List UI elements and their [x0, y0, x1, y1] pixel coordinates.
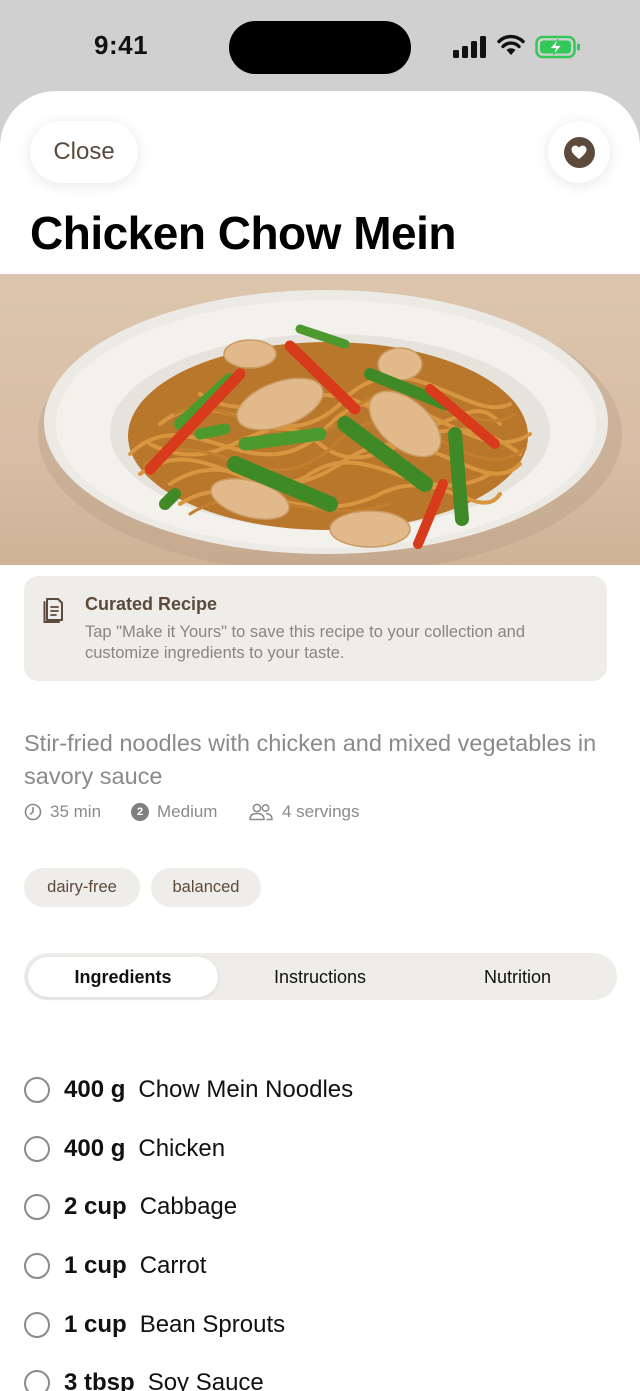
- status-bar: 9:41: [0, 0, 640, 92]
- ingredient-quantity: 1 cup: [64, 1311, 127, 1338]
- heart-icon: [571, 145, 587, 159]
- battery-charging-icon: [535, 35, 580, 59]
- ingredient-row[interactable]: 400 g Chicken: [24, 1129, 225, 1169]
- clock-icon: [24, 803, 42, 821]
- tag-balanced[interactable]: balanced: [151, 868, 261, 907]
- ingredient-name: Cabbage: [139, 1193, 238, 1220]
- dish-illustration: [38, 290, 622, 565]
- curated-description: Tap "Make it Yours" to save this recipe …: [85, 623, 526, 662]
- difficulty-level-badge: 2: [131, 803, 149, 821]
- tab-ingredients[interactable]: Ingredients: [28, 957, 218, 997]
- tag-dairy-free[interactable]: dairy-free: [24, 868, 140, 907]
- cellular-signal-icon: [453, 36, 486, 58]
- ingredient-checkbox[interactable]: [24, 1194, 50, 1220]
- ingredient-quantity: 1 cup: [64, 1252, 127, 1279]
- recipe-tabs: Ingredients Instructions Nutrition: [24, 953, 617, 1000]
- people-icon: [249, 803, 273, 821]
- ingredient-checkbox[interactable]: [24, 1136, 50, 1162]
- recipe-hero-image: [0, 274, 640, 565]
- ingredient-row[interactable]: 2 cup Cabbage: [24, 1187, 237, 1227]
- difficulty-label: Medium: [157, 802, 218, 821]
- ingredient-checkbox[interactable]: [24, 1312, 50, 1338]
- ingredient-name: Chicken: [138, 1135, 226, 1162]
- cook-time: 35 min: [24, 802, 101, 822]
- ingredient-row[interactable]: 400 g Chow Mein Noodles: [24, 1070, 353, 1110]
- wifi-icon: [497, 34, 525, 55]
- ingredient-name: Chow Mein Noodles: [138, 1076, 354, 1103]
- servings-label: 4 servings: [282, 802, 360, 821]
- ingredient-checkbox[interactable]: [24, 1077, 50, 1103]
- favorite-button[interactable]: [548, 121, 610, 183]
- document-icon: [43, 598, 63, 623]
- ingredient-quantity: 400 g: [64, 1135, 126, 1162]
- tab-instructions[interactable]: Instructions: [224, 957, 416, 997]
- curated-title: Curated Recipe: [85, 594, 218, 614]
- favorite-circle: [563, 136, 595, 168]
- tab-nutrition[interactable]: Nutrition: [422, 957, 613, 997]
- ingredient-quantity: 400 g: [64, 1076, 126, 1103]
- recipe-detail-screen: 9:41 Close Chicken Chow Mein Curated Rec…: [0, 0, 640, 1391]
- ingredient-row[interactable]: 1 cup Bean Sprouts: [24, 1305, 285, 1345]
- dynamic-island: [229, 21, 411, 74]
- ingredient-name: Soy Sauce: [147, 1369, 264, 1391]
- recipe-description: Stir-fried noodles with chicken and mixe…: [24, 730, 597, 789]
- ingredient-checkbox[interactable]: [24, 1253, 50, 1279]
- ingredient-quantity: 3 tbsp: [64, 1369, 135, 1391]
- ingredient-name: Bean Sprouts: [139, 1311, 286, 1338]
- close-button[interactable]: Close: [30, 121, 138, 183]
- ingredient-row[interactable]: 3 tbsp Soy Sauce: [24, 1363, 264, 1391]
- curated-recipe-card: Curated Recipe Tap "Make it Yours" to sa…: [24, 576, 607, 681]
- difficulty: 2 Medium: [131, 802, 217, 822]
- servings: 4 servings: [248, 802, 359, 822]
- ingredient-checkbox[interactable]: [24, 1370, 50, 1391]
- ingredient-name: Carrot: [139, 1252, 207, 1279]
- recipe-sheet: Close Chicken Chow Mein Curated Recipe T…: [0, 91, 640, 1391]
- cook-time-label: 35 min: [50, 802, 102, 821]
- ingredient-row[interactable]: 1 cup Carrot: [24, 1246, 206, 1286]
- recipe-title: Chicken Chow Mein: [30, 207, 456, 259]
- status-time: 9:41: [94, 30, 149, 60]
- ingredient-quantity: 2 cup: [64, 1193, 127, 1220]
